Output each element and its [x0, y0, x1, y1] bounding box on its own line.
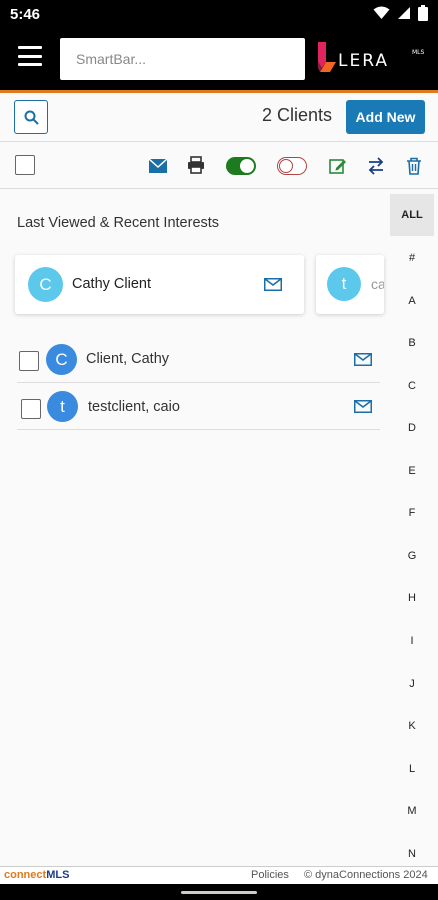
copyright-text: © dynaConnections 2024 [304, 869, 428, 881]
bulk-actions-toolbar [0, 141, 438, 189]
menu-icon-bar [18, 46, 42, 49]
toggle-on-switch[interactable] [226, 157, 256, 175]
alpha-filter-letter[interactable]: G [390, 550, 434, 562]
avatar: C [46, 344, 77, 375]
edit-icon[interactable] [329, 157, 347, 175]
select-all-checkbox[interactable] [15, 155, 35, 175]
email-icon[interactable] [149, 159, 167, 173]
add-new-button[interactable]: Add New [346, 100, 425, 134]
alpha-filter-letter[interactable]: K [390, 720, 434, 732]
avatar: C [28, 267, 63, 302]
menu-icon-bar [18, 54, 42, 58]
policies-link[interactable]: Policies [251, 869, 289, 881]
search-button[interactable] [14, 100, 48, 134]
home-gesture-handle[interactable] [181, 891, 257, 894]
wifi-icon [373, 6, 390, 19]
alphabet-index: ALL # A B C D E F G H I J K L M N [390, 194, 434, 866]
trash-icon[interactable] [406, 157, 422, 175]
alpha-filter-letter[interactable]: J [390, 678, 434, 690]
smartbar-search-input[interactable] [60, 38, 305, 80]
alpha-filter-letter[interactable]: B [390, 337, 434, 349]
client-name[interactable]: testclient, caio [88, 399, 180, 415]
footer: connectMLS Policies © dynaConnections 20… [0, 866, 438, 884]
client-name[interactable]: Client, Cathy [86, 351, 169, 367]
logo-superscript: MLS [412, 49, 425, 56]
search-icon [24, 110, 39, 125]
status-bar: 5:46 [0, 0, 438, 28]
menu-icon-bar [18, 63, 42, 66]
card-client-name: ca [371, 276, 384, 292]
table-row[interactable]: C Client, Cathy [17, 337, 380, 383]
alpha-filter-letter[interactable]: E [390, 465, 434, 477]
recent-client-card[interactable]: C Cathy Client [15, 255, 304, 314]
row-checkbox[interactable] [19, 351, 39, 371]
alpha-filter-letter[interactable]: C [390, 380, 434, 392]
alpha-filter-all[interactable]: ALL [390, 194, 434, 236]
hamburger-menu-button[interactable] [18, 46, 42, 66]
email-icon[interactable] [354, 400, 372, 413]
email-icon[interactable] [354, 353, 372, 366]
alpha-filter-letter[interactable]: L [390, 763, 434, 775]
cellular-icon [398, 7, 410, 19]
recent-client-card[interactable]: t ca [316, 255, 384, 314]
swap-arrows-icon[interactable] [367, 157, 385, 175]
client-count: 2 Clients [262, 105, 333, 125]
status-icons [373, 5, 428, 21]
toggle-off-switch[interactable] [277, 157, 307, 175]
avatar: t [327, 267, 361, 301]
alpha-filter-letter[interactable]: H [390, 592, 434, 604]
lera-mls-logo: LERA MLS [318, 42, 425, 72]
status-time: 5:46 [10, 6, 41, 23]
alpha-filter-letter[interactable]: M [390, 805, 434, 817]
clients-toolbar: 2 Clients Add New [0, 93, 438, 141]
alpha-filter-letter[interactable]: N [390, 848, 434, 860]
alpha-filter-letter[interactable]: I [390, 635, 434, 647]
alpha-filter-letter[interactable]: # [390, 252, 434, 264]
alpha-filter-letter[interactable]: F [390, 507, 434, 519]
recent-section-title: Last Viewed & Recent Interests [17, 215, 220, 231]
email-icon[interactable] [264, 278, 282, 291]
battery-icon [418, 5, 428, 21]
avatar: t [47, 391, 78, 422]
alpha-filter-letter[interactable]: A [390, 295, 434, 307]
logo-text: LERA [338, 51, 389, 71]
alpha-filter-letter[interactable]: D [390, 422, 434, 434]
connectmls-brand: connectMLS [4, 869, 70, 881]
row-checkbox[interactable] [21, 399, 41, 419]
print-icon[interactable] [187, 156, 205, 174]
table-row[interactable]: t testclient, caio [17, 384, 380, 430]
app-header: LERA MLS [0, 28, 438, 90]
card-client-name: Cathy Client [72, 276, 151, 292]
system-nav-bar [0, 884, 438, 900]
